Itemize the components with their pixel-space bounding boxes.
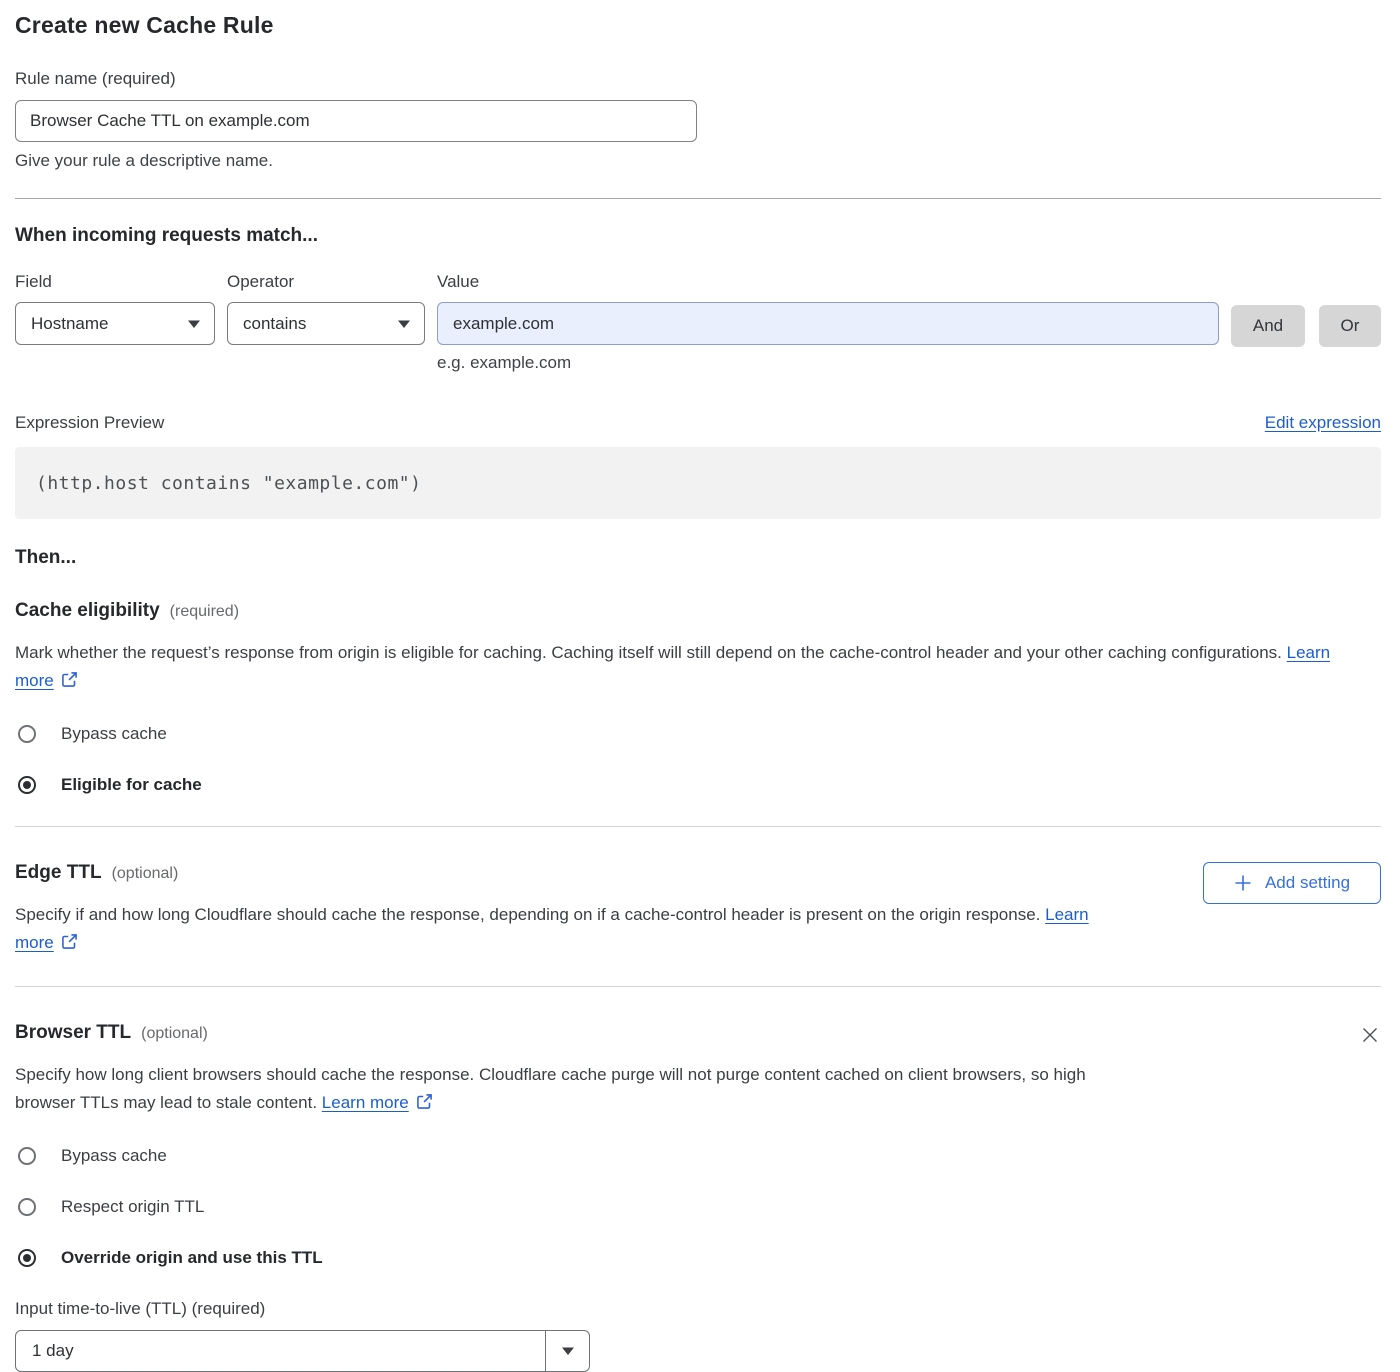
create-cache-rule-form: Create new Cache Rule Rule name (require…: [0, 0, 1400, 1372]
radio-icon[interactable]: [18, 776, 36, 794]
value-example-help: e.g. example.com: [437, 353, 1219, 373]
value-input[interactable]: [437, 302, 1219, 345]
external-link-icon: [416, 1091, 433, 1119]
radio-bypass-cache[interactable]: Bypass cache: [15, 1146, 1381, 1166]
edge-ttl-qualifier: (optional): [112, 865, 179, 883]
field-label: Field: [15, 272, 227, 292]
chevron-down-icon[interactable]: [545, 1331, 589, 1371]
edge-ttl-title: Edge TTL: [15, 862, 102, 884]
cache-eligibility-title: Cache eligibility: [15, 600, 160, 622]
operator-select-value: contains: [243, 314, 306, 334]
then-heading: Then...: [15, 547, 1381, 569]
browser-ttl-description: Specify how long client browsers should …: [15, 1061, 1115, 1119]
browser-ttl-options: Bypass cache Respect origin TTL Override…: [15, 1146, 1381, 1268]
match-row: Field Hostname Operator contains Value e…: [15, 272, 1381, 373]
page-title: Create new Cache Rule: [15, 0, 1381, 39]
cache-eligibility-qualifier: (required): [170, 603, 239, 621]
match-heading: When incoming requests match...: [15, 225, 1381, 247]
close-icon: [1361, 1026, 1379, 1044]
ttl-input-label: Input time-to-live (TTL) (required): [15, 1299, 1381, 1319]
ttl-select-value: 1 day: [16, 1331, 545, 1371]
remove-browser-ttl-button[interactable]: [1359, 1024, 1381, 1049]
chevron-down-icon: [398, 320, 410, 328]
external-link-icon: [61, 931, 78, 959]
cache-eligibility-description: Mark whether the request’s response from…: [15, 639, 1360, 697]
cache-eligibility-options: Bypass cache Eligible for cache: [15, 724, 1381, 795]
external-link-icon: [61, 669, 78, 697]
and-button[interactable]: And: [1231, 305, 1305, 347]
learn-more-link[interactable]: Learn more: [322, 1093, 409, 1112]
ttl-select[interactable]: 1 day: [15, 1330, 590, 1372]
edge-ttl-description: Specify if and how long Cloudflare shoul…: [15, 901, 1115, 959]
field-select[interactable]: Hostname: [15, 302, 215, 345]
field-select-value: Hostname: [31, 314, 108, 334]
radio-icon[interactable]: [18, 1249, 36, 1267]
expression-code: (http.host contains "example.com"): [15, 447, 1381, 519]
edge-ttl-section: Edge TTL (optional) Specify if and how l…: [15, 827, 1381, 959]
rule-name-label: Rule name (required): [15, 69, 1381, 89]
radio-icon[interactable]: [18, 725, 36, 743]
radio-bypass-cache[interactable]: Bypass cache: [15, 724, 1381, 744]
chevron-down-icon: [188, 320, 200, 328]
plus-icon: [1234, 874, 1252, 892]
operator-label: Operator: [227, 272, 437, 292]
radio-icon[interactable]: [18, 1198, 36, 1216]
or-button[interactable]: Or: [1319, 305, 1381, 347]
expression-preview-label: Expression Preview: [15, 413, 164, 433]
radio-icon[interactable]: [18, 1147, 36, 1165]
rule-name-help: Give your rule a descriptive name.: [15, 151, 1381, 171]
operator-select[interactable]: contains: [227, 302, 425, 345]
divider: [15, 198, 1381, 199]
browser-ttl-title: Browser TTL: [15, 1022, 131, 1044]
browser-ttl-qualifier: (optional): [141, 1025, 208, 1043]
radio-respect-origin-ttl[interactable]: Respect origin TTL: [15, 1197, 1381, 1217]
rule-name-input[interactable]: [15, 100, 697, 142]
edit-expression-link[interactable]: Edit expression: [1265, 413, 1381, 433]
radio-eligible-for-cache[interactable]: Eligible for cache: [15, 775, 1381, 795]
value-label: Value: [437, 272, 1219, 292]
add-setting-button[interactable]: Add setting: [1203, 862, 1381, 904]
radio-override-origin-ttl[interactable]: Override origin and use this TTL: [15, 1248, 1381, 1268]
browser-ttl-section: Browser TTL (optional) Specify how long …: [15, 987, 1381, 1119]
